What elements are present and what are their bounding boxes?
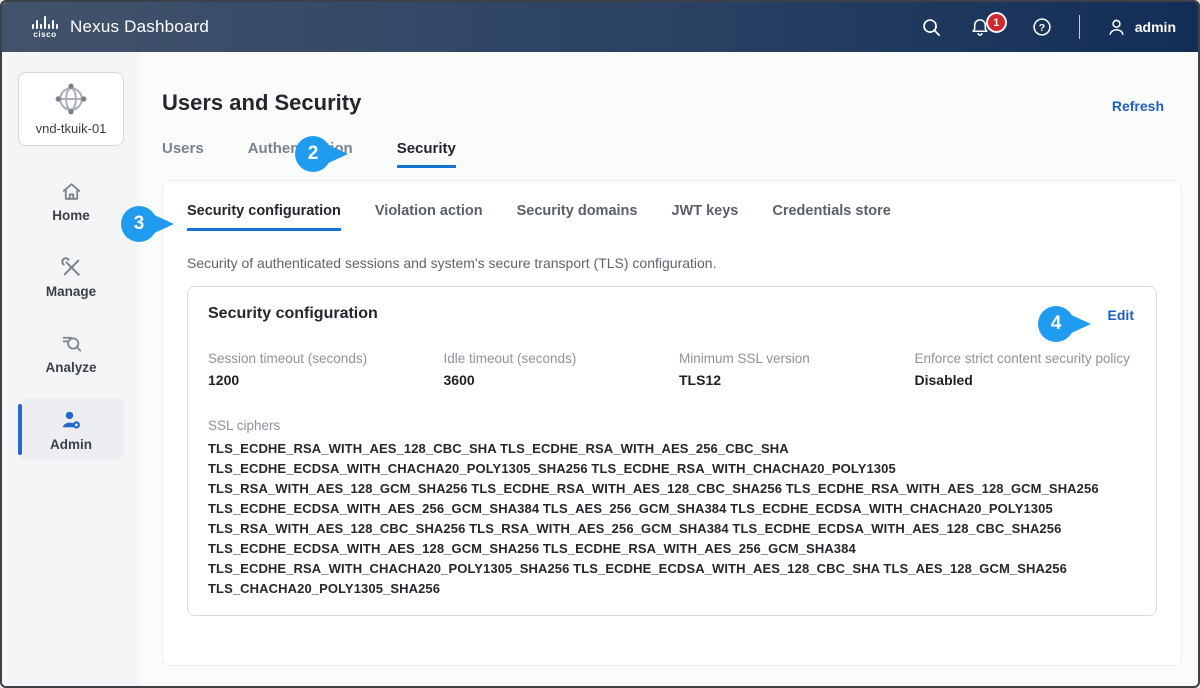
field-value: 1200: [208, 372, 430, 388]
cluster-name-label: vnd-tkuik-01: [36, 121, 107, 136]
field-session-timeout: Session timeout (seconds) 1200: [208, 349, 430, 388]
panel-description: Security of authenticated sessions and s…: [187, 255, 1157, 271]
subtab-violation-action[interactable]: Violation action: [375, 203, 483, 231]
tab-authentication[interactable]: Authentication: [248, 140, 353, 168]
sidebar-item-home[interactable]: Home: [18, 170, 124, 232]
field-value: 3600: [444, 372, 666, 388]
edit-link[interactable]: Edit: [1108, 307, 1134, 323]
cipher-line: TLS_RSA_WITH_AES_128_GCM_SHA256 TLS_ECDH…: [208, 479, 1136, 499]
subtab-credentials-store[interactable]: Credentials store: [772, 203, 890, 231]
left-sidebar: vnd-tkuik-01 Home: [2, 52, 140, 686]
home-icon: [60, 180, 83, 203]
cisco-logo-bars: [32, 15, 58, 29]
config-fields: Session timeout (seconds) 1200 Idle time…: [208, 349, 1136, 388]
user-icon: [1106, 17, 1127, 38]
main-content: Users and Security Refresh Users Authent…: [140, 52, 1198, 686]
sidebar-item-label: Analyze: [45, 360, 96, 375]
field-value: Disabled: [915, 372, 1137, 388]
ssl-ciphers-label: SSL ciphers: [208, 418, 1136, 433]
tools-icon: [60, 256, 83, 279]
field-label: Idle timeout (seconds): [444, 349, 666, 368]
cipher-line: TLS_ECDHE_RSA_WITH_AES_128_CBC_SHA TLS_E…: [208, 439, 1136, 459]
sidebar-item-manage[interactable]: Manage: [18, 246, 124, 308]
top-header-bar: cisco Nexus Dashboard 1 ?: [2, 2, 1198, 52]
bell-icon[interactable]: 1: [969, 16, 991, 38]
card-title: Security configuration: [208, 305, 1136, 323]
sidebar-item-analyze[interactable]: Analyze: [18, 322, 124, 384]
tab-security[interactable]: Security: [397, 140, 456, 168]
field-strict-content-security: Enforce strict content security policy D…: [915, 349, 1137, 388]
cipher-line: TLS_CHACHA20_POLY1305_SHA256: [208, 579, 1136, 599]
security-configuration-card: Security configuration Edit Session time…: [187, 286, 1157, 616]
cipher-line: TLS_RSA_WITH_AES_128_CBC_SHA256 TLS_RSA_…: [208, 519, 1136, 539]
cisco-wordmark: cisco: [33, 30, 56, 39]
notification-badge[interactable]: 1: [986, 12, 1007, 33]
subtab-security-configuration[interactable]: Security configuration: [187, 203, 341, 231]
sidebar-item-label: Manage: [46, 284, 96, 299]
product-title: Nexus Dashboard: [70, 17, 209, 37]
admin-user-gear-icon: [59, 408, 83, 432]
sidebar-nav: Home Manage: [2, 170, 140, 461]
top-tabs: Users Authentication Security: [162, 140, 1182, 168]
header-actions: 1 ? admin: [921, 15, 1176, 39]
cluster-mesh-icon: [54, 82, 88, 116]
cipher-line: TLS_ECDHE_ECDSA_WITH_AES_256_GCM_SHA384 …: [208, 499, 1136, 519]
brand: cisco Nexus Dashboard: [32, 15, 209, 39]
tab-users[interactable]: Users: [162, 140, 204, 168]
cisco-logo: cisco: [32, 15, 58, 39]
sidebar-item-label: Admin: [50, 437, 92, 452]
help-icon[interactable]: ?: [1031, 16, 1053, 38]
search-lines-icon: [60, 332, 83, 355]
ssl-ciphers-list: TLS_ECDHE_RSA_WITH_AES_128_CBC_SHA TLS_E…: [208, 439, 1136, 599]
user-menu[interactable]: admin: [1106, 17, 1176, 38]
security-subtabs: Security configuration Violation action …: [187, 203, 1157, 231]
app-window: cisco Nexus Dashboard 1 ?: [0, 0, 1200, 688]
cipher-line: TLS_ECDHE_ECDSA_WITH_AES_128_GCM_SHA256 …: [208, 539, 1136, 559]
refresh-link[interactable]: Refresh: [1112, 98, 1164, 114]
subtab-jwt-keys[interactable]: JWT keys: [671, 203, 738, 231]
svg-text:?: ?: [1039, 22, 1045, 34]
sidebar-item-admin[interactable]: Admin: [18, 398, 124, 461]
field-value: TLS12: [679, 372, 901, 388]
username-label: admin: [1135, 19, 1176, 35]
field-idle-timeout: Idle timeout (seconds) 3600: [444, 349, 666, 388]
field-label: Session timeout (seconds): [208, 349, 430, 368]
cipher-line: TLS_ECDHE_RSA_WITH_CHACHA20_POLY1305_SHA…: [208, 559, 1136, 579]
field-min-ssl-version: Minimum SSL version TLS12: [679, 349, 901, 388]
search-icon[interactable]: [921, 16, 943, 38]
cluster-selector[interactable]: vnd-tkuik-01: [18, 72, 124, 146]
security-panel: Security configuration Violation action …: [162, 180, 1182, 666]
field-label: Enforce strict content security policy: [915, 349, 1137, 368]
sidebar-item-label: Home: [52, 208, 90, 223]
page-title: Users and Security: [162, 90, 1182, 116]
field-label: Minimum SSL version: [679, 349, 901, 368]
cipher-line: TLS_ECDHE_ECDSA_WITH_CHACHA20_POLY1305_S…: [208, 459, 1136, 479]
subtab-security-domains[interactable]: Security domains: [517, 203, 638, 231]
header-divider: [1079, 15, 1080, 39]
